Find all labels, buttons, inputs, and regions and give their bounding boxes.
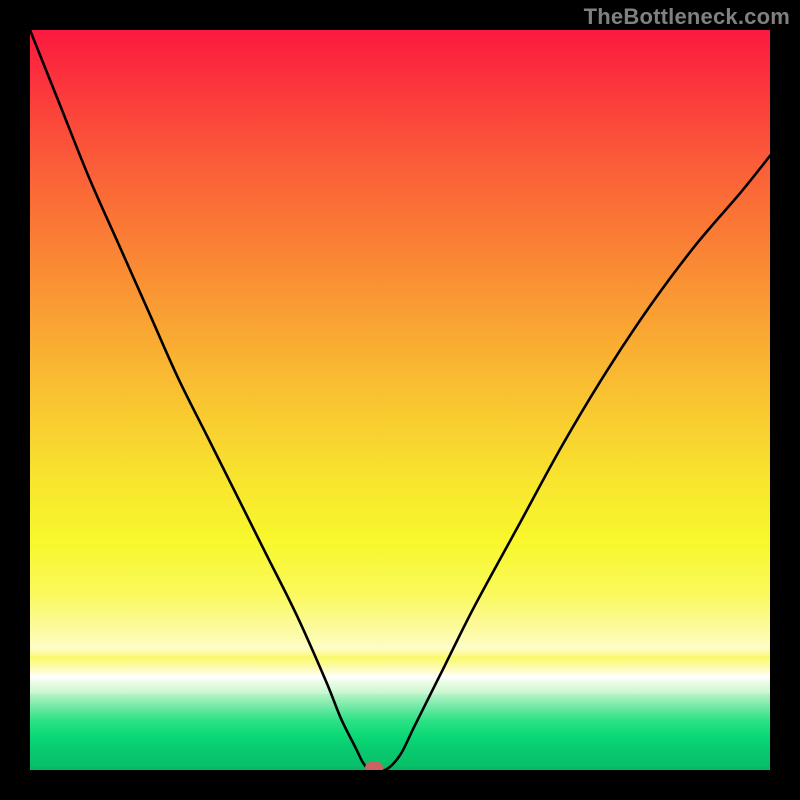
- watermark-text: TheBottleneck.com: [584, 4, 790, 30]
- plot-area: [30, 30, 770, 770]
- bottleneck-curve: [30, 30, 770, 770]
- optimal-marker: [365, 762, 383, 770]
- chart-frame: TheBottleneck.com: [0, 0, 800, 800]
